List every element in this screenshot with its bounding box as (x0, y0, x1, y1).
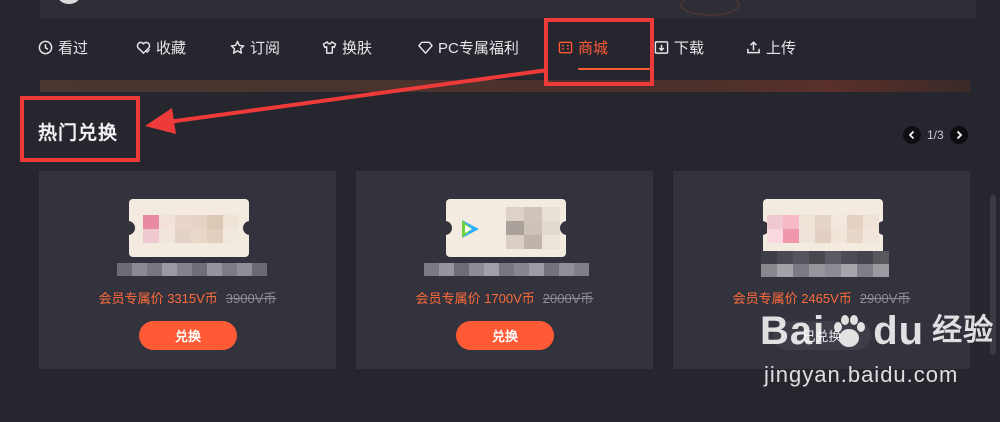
product-card[interactable]: 会员专属价 1700V币 2000V币 兑换 (356, 171, 653, 369)
download-icon (654, 40, 669, 54)
price-row: 会员专属价 2465V币 2900V币 (673, 288, 970, 307)
price-row: 会员专属价 1700V币 2000V币 (356, 288, 653, 307)
nav-item-label: 看过 (58, 39, 89, 57)
nav-item-subscribe[interactable]: 订阅 (230, 30, 322, 64)
pager: 1/3 (903, 125, 968, 145)
paw-icon (834, 315, 866, 347)
original-price: 2000V币 (542, 291, 594, 306)
pixelated-logo (143, 215, 239, 243)
watermark-brand-a: Bai (760, 309, 826, 353)
nav-item-upload[interactable]: 上传 (746, 30, 816, 64)
nav-item-label: PC专属福利 (438, 39, 519, 57)
pixelated-logo (506, 207, 560, 249)
original-price: 3900V币 (225, 291, 277, 306)
banner-strip (40, 80, 970, 92)
upload-icon (747, 40, 760, 53)
product-card[interactable]: 会员专属价 3315V币 3900V币 兑换 (39, 171, 336, 369)
pixelated-product-name (424, 263, 589, 276)
nav-item-label: 订阅 (250, 39, 281, 57)
coupon-image (125, 199, 253, 257)
exchange-button[interactable]: 兑换 (456, 321, 554, 350)
baidu-jingyan-watermark: Bai du 经验 jingyan.baidu.com (760, 310, 994, 388)
star-icon (230, 40, 245, 54)
nav-item-label: 下载 (674, 39, 705, 57)
nav-item-skin[interactable]: 换肤 (322, 30, 418, 64)
watermark-brand-cn: 经验 (932, 314, 995, 347)
member-price: 会员专属价 3315V币 (98, 291, 218, 306)
top-nav: 看过 收藏 订阅 换肤 PC专属福利 商城 下载 上传 (38, 30, 816, 70)
coupon-image (442, 199, 570, 257)
member-price: 会员专属价 2465V币 (732, 291, 852, 306)
nav-item-label: 收藏 (156, 39, 187, 57)
tencent-video-icon (462, 220, 479, 238)
annotation-box-title (20, 96, 140, 162)
watermark-brand-b: du (873, 309, 925, 353)
pixelated-product-name (761, 251, 889, 277)
shirt-icon (322, 40, 337, 54)
coupon-image (759, 199, 887, 257)
prev-page-button[interactable] (903, 126, 921, 144)
nav-item-favorites[interactable]: 收藏 (136, 30, 230, 64)
pixelated-logo (767, 215, 879, 243)
nav-item-download[interactable]: 下载 (654, 30, 746, 64)
chevron-left-icon (908, 130, 915, 140)
exchange-button[interactable]: 兑换 (139, 321, 237, 350)
member-price: 会员专属价 1700V币 (415, 291, 535, 306)
watermark-url: jingyan.baidu.com (764, 362, 959, 387)
chevron-right-icon (956, 130, 962, 140)
watermark-logo: Bai du 经验 (760, 310, 994, 352)
clock-icon (38, 40, 53, 54)
heart-icon (136, 41, 151, 54)
price-row: 会员专属价 3315V币 3900V币 (39, 288, 336, 307)
nav-item-label: 换肤 (342, 39, 373, 57)
nav-item-pc-benefits[interactable]: PC专属福利 (418, 30, 546, 64)
pixelated-product-name (117, 263, 267, 276)
annotation-box-store (544, 18, 654, 86)
next-page-button[interactable] (949, 126, 968, 144)
diamond-icon (418, 41, 433, 54)
nav-item-history[interactable]: 看过 (38, 30, 136, 64)
original-price: 2900V币 (859, 291, 911, 306)
page-indicator: 1/3 (927, 128, 944, 142)
top-panel-edge (40, 0, 976, 18)
nav-item-label: 上传 (766, 39, 797, 57)
